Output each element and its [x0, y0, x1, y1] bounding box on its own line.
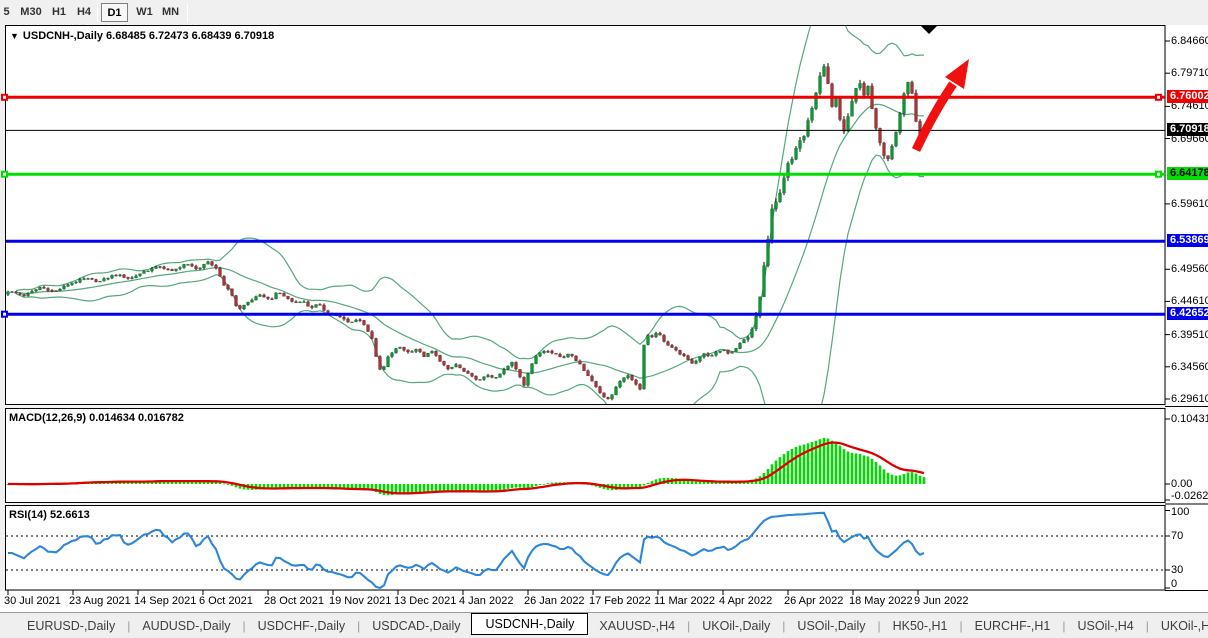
- chart-tab-bar: EURUSD-,Daily|AUDUSD-,Daily|USDCHF-,Dail…: [0, 612, 1208, 638]
- rsi-axis-tick: 70: [1171, 530, 1183, 542]
- price-badge-resistance-red: 6.76002: [1167, 90, 1208, 103]
- date-axis-label: 26 Apr 2022: [784, 595, 843, 607]
- date-axis-label: 9 Jun 2022: [914, 595, 968, 607]
- date-axis-label: 26 Jan 2022: [524, 595, 585, 607]
- timeframe-button-W1[interactable]: W1: [132, 3, 157, 22]
- date-axis-label: 17 Feb 2022: [589, 595, 651, 607]
- price-badge-current-price-line: 6.70918: [1167, 123, 1208, 136]
- chart-tab-ukoil-h4[interactable]: UKOil-,H4: [1150, 615, 1208, 637]
- timeframe-button-D1[interactable]: D1: [101, 3, 128, 22]
- timeframe-button-M30[interactable]: M30: [16, 3, 46, 22]
- toolbar-separator: [187, 3, 188, 22]
- timeframe-toolbar: 5M30H1H4 D1W1MN: [0, 0, 1208, 25]
- macd-axis-tick: -0.02624: [1171, 490, 1208, 502]
- price-axis-tick: 6.44610: [1171, 295, 1208, 307]
- rsi-axis-tick: 30: [1171, 564, 1183, 576]
- toolbar-separator: [97, 3, 98, 22]
- date-axis-label: 14 Sep 2021: [134, 595, 196, 607]
- date-axis-label: 18 May 2022: [849, 595, 913, 607]
- price-axis-tick: 6.79710: [1171, 67, 1208, 79]
- date-axis-label: 13 Dec 2021: [394, 595, 456, 607]
- chart-title-text: USDCNH-,Daily 6.68485 6.72473 6.68439 6.…: [23, 30, 274, 42]
- rsi-indicator-label: RSI(14) 52.6613: [9, 509, 90, 521]
- chart-tab-usoil-daily[interactable]: USOil-,Daily: [786, 615, 876, 637]
- timeframe-button-5[interactable]: 5: [0, 3, 13, 22]
- chart-tab-usdchf-daily[interactable]: USDCHF-,Daily: [247, 615, 357, 637]
- timeframe-button-MN[interactable]: MN: [158, 3, 183, 22]
- chart-tab-eurchf-h1[interactable]: EURCHF-,H1: [964, 615, 1062, 637]
- date-axis-label: 4 Jan 2022: [459, 595, 513, 607]
- macd-axis-tick: 0.00: [1171, 478, 1192, 490]
- chart-canvas: [0, 0, 1208, 638]
- chart-tab-xauusd-h4[interactable]: XAUUSD-,H4: [588, 615, 686, 637]
- price-axis-tick: 6.29610: [1171, 393, 1208, 405]
- date-axis-label: 19 Nov 2021: [329, 595, 391, 607]
- chart-tab-usoil-h4[interactable]: USOil-,H4: [1066, 615, 1144, 637]
- chart-tab-audusd-daily[interactable]: AUDUSD-,Daily: [131, 615, 241, 637]
- price-badge-support-blue-lower: 6.42652: [1167, 307, 1208, 320]
- chart-tab-hk50-h1[interactable]: HK50-,H1: [882, 615, 959, 637]
- price-axis-tick: 6.84660: [1171, 35, 1208, 47]
- pane-price: [6, 26, 1166, 405]
- timeframe-button-H1[interactable]: H1: [48, 3, 70, 22]
- chart-title: ▼ USDCNH-,Daily 6.68485 6.72473 6.68439 6…: [10, 30, 274, 42]
- chart-tab-usdcnh-daily[interactable]: USDCNH-,Daily: [471, 613, 588, 635]
- date-axis-label: 28 Oct 2021: [264, 595, 324, 607]
- date-axis-label: 11 Mar 2022: [654, 595, 715, 607]
- date-axis-label: 6 Oct 2021: [199, 595, 253, 607]
- macd-indicator-label: MACD(12,26,9) 0.014634 0.016782: [9, 412, 184, 424]
- chevron-down-icon[interactable]: ▼: [10, 31, 19, 41]
- date-axis-label: 4 Apr 2022: [719, 595, 772, 607]
- price-badge-support-blue-upper: 6.53869: [1167, 234, 1208, 247]
- price-badge-support-green: 6.64178: [1167, 167, 1208, 180]
- rsi-axis-tick: 100: [1171, 506, 1189, 518]
- price-axis-tick: 6.59610: [1171, 198, 1208, 210]
- trading-terminal-window: 5M30H1H4 D1W1MN ▼ USDCNH-,Daily 6.68485 6.…: [0, 0, 1208, 638]
- pane-rsi: [6, 506, 1166, 591]
- price-axis-tick: 6.49560: [1171, 263, 1208, 275]
- chart-tab-usdcad-daily[interactable]: USDCAD-,Daily: [361, 615, 471, 637]
- price-axis-tick: 6.39510: [1171, 329, 1208, 341]
- timeframe-button-H4[interactable]: H4: [73, 3, 95, 22]
- chart-tab-ukoil-daily[interactable]: UKOil-,Daily: [691, 615, 781, 637]
- price-axis-tick: 6.34560: [1171, 361, 1208, 373]
- chart-tab-eurusd-daily[interactable]: EURUSD-,Daily: [16, 615, 126, 637]
- macd-axis-tick: 0.104313: [1171, 413, 1208, 425]
- date-axis-label: 30 Jul 2021: [4, 595, 61, 607]
- date-axis-label: 23 Aug 2021: [69, 595, 131, 607]
- rsi-axis-tick: 0: [1171, 578, 1177, 590]
